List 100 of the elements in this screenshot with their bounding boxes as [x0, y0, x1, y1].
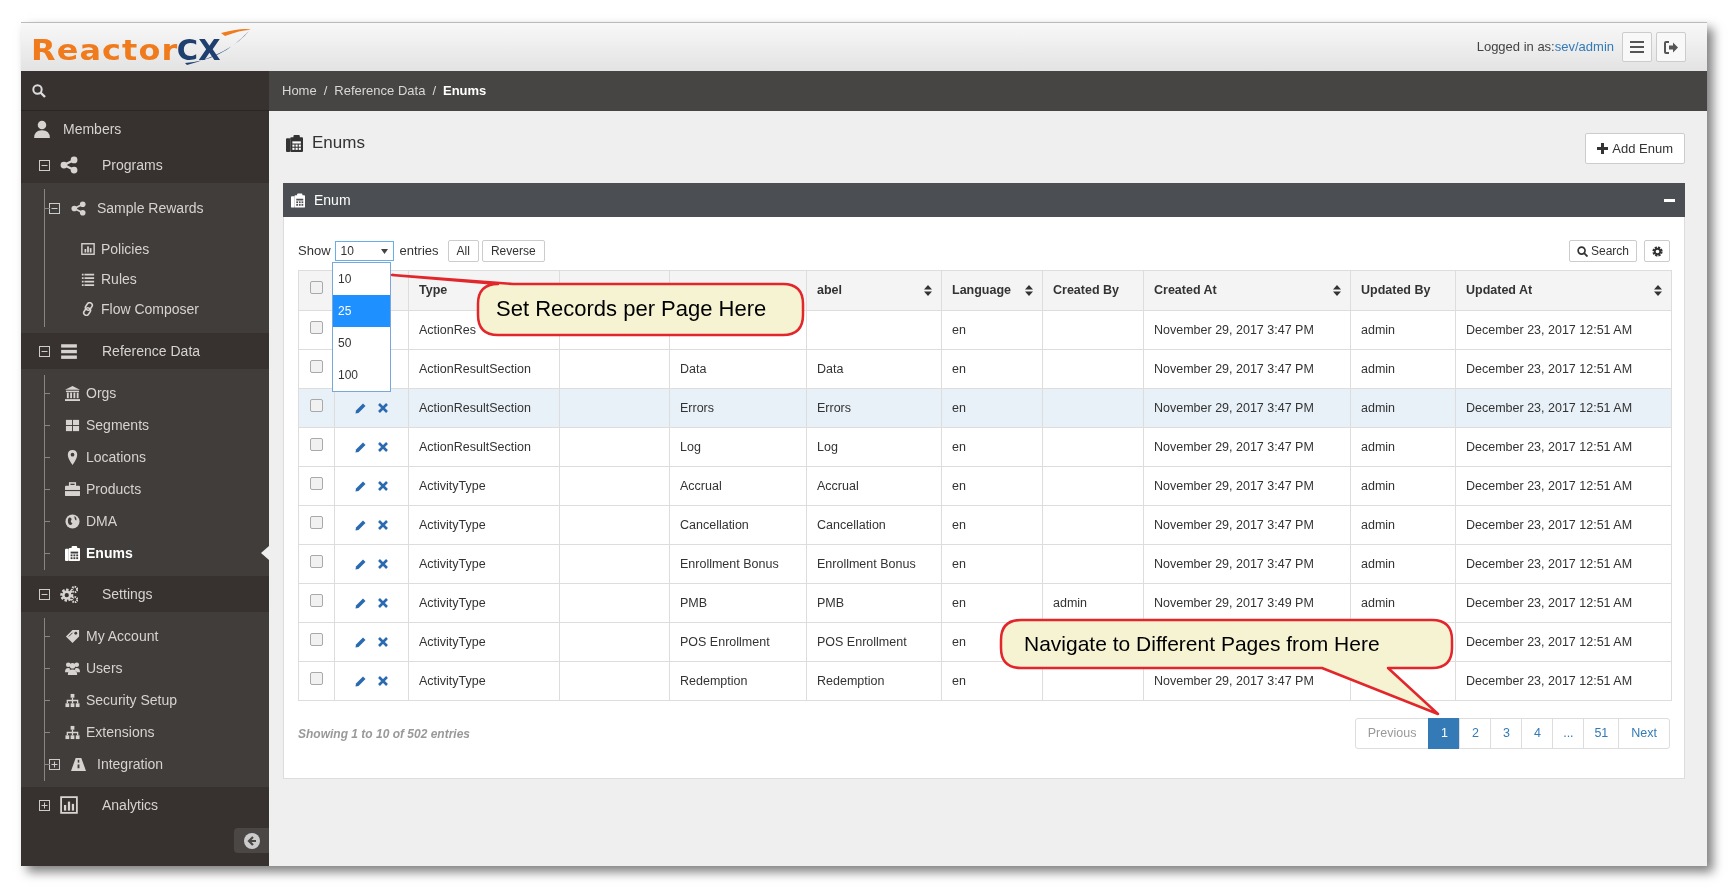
column-header[interactable]: Updated At [1456, 271, 1671, 310]
next-page-button[interactable]: Next [1618, 718, 1670, 749]
sort-icon [1333, 285, 1341, 296]
pencil-icon[interactable] [355, 402, 366, 414]
add-enum-button[interactable]: Add Enum [1585, 133, 1685, 164]
user-icon [33, 120, 51, 138]
close-icon[interactable] [378, 520, 388, 530]
checkbox[interactable] [310, 437, 323, 451]
table-row[interactable]: ActivityType PMB PMB en admin November 29, 2017 3:49 PM admin December 23, 2017 12:51 AM [298, 583, 1672, 623]
search-icon[interactable] [32, 83, 46, 98]
sidebar-item[interactable]: Orgs [21, 377, 269, 409]
users-icon [65, 660, 80, 676]
minus-box-icon[interactable] [39, 345, 50, 357]
table-cell: November 29, 2017 3:47 PM [1154, 400, 1314, 415]
sidebar-item[interactable]: DMA [21, 505, 269, 537]
sidebar-item[interactable]: Enums [21, 537, 269, 569]
column-header[interactable]: Created At [1144, 271, 1350, 310]
minus-box-icon[interactable] [49, 202, 60, 214]
close-icon[interactable] [378, 676, 388, 686]
sidebar-item[interactable]: Security Setup [21, 684, 269, 716]
settings-button[interactable] [1644, 240, 1670, 262]
search-button[interactable]: Search [1568, 240, 1637, 262]
pencil-icon[interactable] [355, 675, 366, 687]
sidebar-item[interactable]: Programs [21, 147, 269, 183]
menu-button[interactable] [1622, 32, 1652, 62]
minus-box-icon[interactable] [39, 159, 50, 171]
table-cell: POS Enrollment [680, 634, 770, 649]
pagination-ellipsis[interactable]: ... [1552, 718, 1585, 749]
page-button[interactable]: 4 [1521, 718, 1554, 749]
sidebar-item[interactable]: Segments [21, 409, 269, 441]
close-icon[interactable] [378, 481, 388, 491]
checkbox[interactable] [310, 398, 323, 412]
checkbox[interactable] [310, 476, 323, 490]
table-cell: Data [817, 361, 844, 376]
table-cell: admin [1361, 556, 1396, 571]
sidebar-item[interactable]: Flow Composer [21, 294, 269, 324]
sitemap-icon [65, 692, 80, 708]
page-button[interactable]: 51 [1583, 718, 1620, 749]
table-cell: Errors [680, 400, 715, 415]
sidebar-item[interactable]: Rules [21, 264, 269, 294]
plus-box-icon[interactable] [39, 799, 50, 811]
minus-icon[interactable] [1664, 198, 1675, 202]
table-cell: POS Enrollment [817, 634, 907, 649]
table-row[interactable]: ActionResultSection Errors Errors en November 29, 2017 3:47 PM admin December 23, 2017 12:51 AM [298, 388, 1672, 428]
checkbox[interactable] [310, 515, 323, 529]
checkbox[interactable] [310, 632, 323, 646]
sidebar-item[interactable]: Extensions [21, 716, 269, 748]
table-row[interactable]: ActionResultSection Log Log en November 29, 2017 3:47 PM admin December 23, 2017 12:51 AM [298, 427, 1672, 467]
filter-button[interactable]: Reverse [481, 240, 545, 262]
sidebar-item[interactable]: Members [21, 111, 269, 147]
column-header[interactable]: Language [942, 271, 1042, 310]
checkbox[interactable] [310, 554, 323, 568]
close-icon[interactable] [378, 637, 388, 647]
show-label: Show [298, 242, 331, 261]
pencil-icon[interactable] [355, 441, 366, 453]
pencil-icon[interactable] [355, 519, 366, 531]
sidebar-item[interactable]: Reference Data [21, 333, 269, 369]
sidebar-item[interactable]: Products [21, 473, 269, 505]
table-row[interactable]: ActivityType Accrual Accrual en November 29, 2017 3:47 PM admin December 23, 2017 12:51 AM [298, 466, 1672, 506]
column-header: Created By [1052, 282, 1120, 300]
filter-button[interactable]: All [447, 240, 479, 262]
sidebar-item[interactable]: Sample Rewards [21, 192, 269, 224]
sidebar-item[interactable]: Settings [21, 576, 269, 612]
page-button[interactable]: 1 [1428, 718, 1461, 749]
sidebar-item[interactable]: Analytics [21, 787, 269, 823]
close-icon[interactable] [378, 403, 388, 413]
checkbox[interactable] [310, 593, 323, 607]
checkbox[interactable] [310, 281, 323, 295]
sidebar-item[interactable]: Policies [21, 234, 269, 264]
table-cell: en [952, 400, 966, 415]
sidebar-item[interactable]: Users [21, 652, 269, 684]
sidebar-item[interactable]: Locations [21, 441, 269, 473]
column-header[interactable]: abel [807, 271, 941, 310]
close-icon[interactable] [378, 559, 388, 569]
table-cell: admin [1361, 322, 1396, 337]
table-cell: admin [1361, 400, 1396, 415]
page-size-select[interactable]: 10 [334, 241, 394, 261]
checkbox[interactable] [310, 320, 323, 334]
close-icon[interactable] [378, 442, 388, 452]
table-row[interactable]: ActivityType Enrollment Bonus Enrollment Bonus en November 29, 2017 3:47 PM admin December 23, 2017 12:51 AM [298, 544, 1672, 584]
page-button[interactable]: 2 [1459, 718, 1492, 749]
pencil-icon[interactable] [355, 558, 366, 570]
sign-out-button[interactable] [1656, 32, 1686, 62]
close-icon[interactable] [378, 598, 388, 608]
pencil-icon[interactable] [355, 597, 366, 609]
user-link[interactable]: sev/admin [1554, 39, 1614, 55]
page-button[interactable]: 3 [1490, 718, 1523, 749]
minus-box-icon[interactable] [39, 588, 50, 600]
plus-box-icon[interactable] [49, 758, 60, 770]
breadcrumb-link[interactable]: Home [282, 81, 317, 101]
sidebar-item[interactable]: My Account [21, 620, 269, 652]
breadcrumb-link[interactable]: Reference Data [334, 81, 426, 101]
checkbox[interactable] [310, 359, 323, 373]
sign-out-icon [1663, 40, 1679, 54]
checkbox[interactable] [310, 671, 323, 685]
sidebar-item[interactable]: Integration [21, 748, 269, 780]
collapse-sidebar-button[interactable] [234, 828, 269, 853]
pencil-icon[interactable] [355, 636, 366, 648]
table-row[interactable]: ActivityType Cancellation Cancellation en November 29, 2017 3:47 PM admin December 23, 2017 12:51 AM [298, 505, 1672, 545]
pencil-icon[interactable] [355, 480, 366, 492]
